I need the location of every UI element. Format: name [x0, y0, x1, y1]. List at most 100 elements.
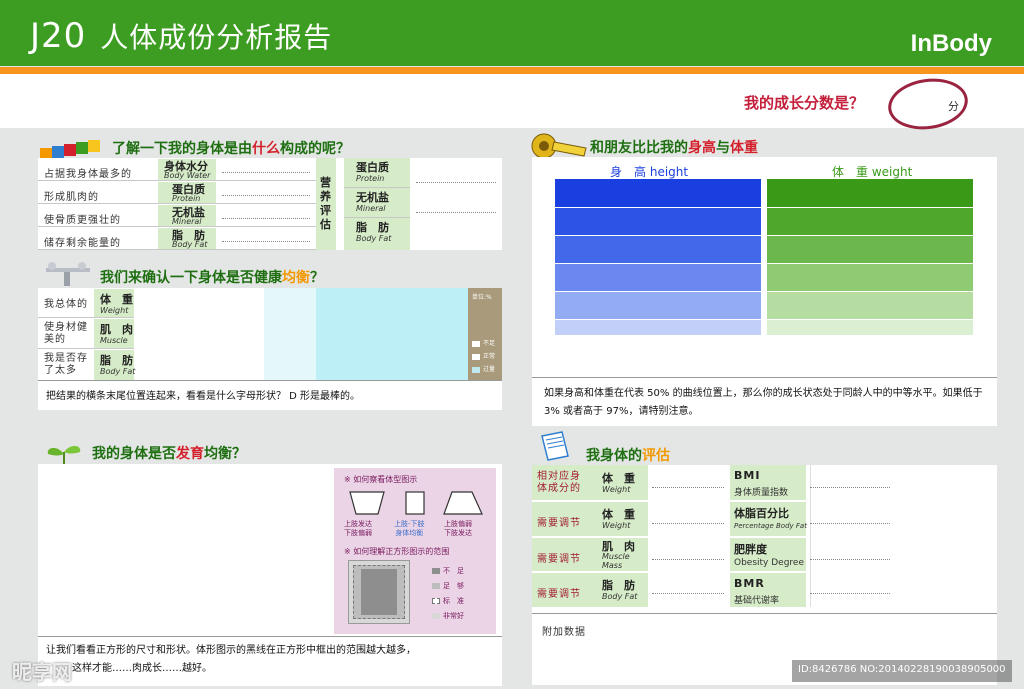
accent-stripe — [0, 67, 1024, 74]
development-panel: ※ 如何察看体型图示 上肢发达 下肢偏弱 上肢-下肢 身体均衡 上肢偏弱 下肢发达 ※… — [38, 464, 502, 686]
evaluation-row: 需要调节 体 重 Weight — [532, 502, 648, 537]
row-desc: 我总体的 — [44, 299, 88, 310]
composition-heading: 了解一下我的身体是由什么构成的呢？ — [112, 138, 350, 158]
row-label-cn: 体 重 — [100, 293, 133, 306]
square-legend-item: 非常好 — [432, 609, 464, 624]
value-line — [222, 218, 310, 219]
growth-panel: 身 高 height 体 重 weight 如果身高和体重在代表 50% 的曲线… — [532, 157, 997, 426]
composition-row: 占据我身体最多的 身体水分 Body Water — [38, 158, 316, 181]
row-label-en: Body Fat — [602, 592, 638, 601]
label-cell: 肌 肉 Muscle — [94, 319, 134, 348]
nutrition-label-cn: 蛋白质 — [356, 161, 389, 174]
row-desc: 储存剩余能量的 — [44, 238, 121, 249]
nutrition-label-cell: 营养评估 — [316, 158, 336, 250]
weight-header: 体 重 weight — [832, 163, 912, 180]
evaluation-heading: 我身体的评估 — [586, 445, 670, 465]
evaluation-metric: BMI 身体质量指数 — [730, 465, 806, 501]
brand-logo: InBody — [910, 30, 992, 57]
row-label-en: Protein — [172, 194, 201, 203]
shape-line2: 身体均衡 — [395, 529, 424, 537]
row-label-cn: 体 重 — [602, 472, 635, 485]
weight-bar — [767, 291, 973, 319]
label-cell: 脂 肪 Body Fat — [94, 350, 135, 380]
composition-row: 形成肌肉的 蛋白质 Protein — [38, 181, 316, 204]
evaluation-metric: 肥胖度 Obesity Degree — [730, 538, 806, 572]
row-label-cn: 肌 肉 — [100, 323, 133, 336]
balance-note: 把结果的横条末尾位置连起来，看看是什么字母形状？ D 形是最棒的。 — [46, 391, 361, 402]
report-title: J20 人体成份分析报告 — [30, 16, 332, 56]
evaluation-row: 需要调节 脂 肪 Body Fat — [532, 573, 648, 607]
weight-bar — [767, 319, 973, 335]
zone-light — [264, 288, 316, 380]
metric-sub: Percentage Body Fat — [734, 522, 807, 530]
square-core — [361, 569, 397, 615]
nutrition-row: 脂 肪 Body Fat — [344, 218, 410, 250]
height-header: 身 高 height — [610, 163, 688, 180]
balance-heading-pre: 我们来确认一下身体是否健康 — [100, 270, 282, 286]
row-desc: 占据我身体最多的 — [44, 169, 132, 180]
composition-row: 使骨质更强壮的 无机盐 Mineral — [38, 204, 316, 227]
value-line — [416, 182, 496, 183]
row-desc: 使身材健美的 — [44, 322, 88, 345]
extra-data-label: 附加数据 — [542, 627, 586, 638]
row-label-en: Body Water — [164, 171, 211, 180]
value-line — [416, 212, 496, 213]
weight-bar — [767, 179, 973, 207]
development-heading-highlight: 发育 — [176, 446, 204, 462]
nutrition-row: 蛋白质 Protein — [344, 158, 410, 188]
row-label-cn: 脂 肪 — [602, 579, 635, 592]
nutrition-label-en: Protein — [356, 174, 385, 183]
balance-heading-post: ？ — [310, 270, 324, 286]
square-legend-item: 不 足 — [432, 564, 464, 579]
row-label-en: Weight — [602, 485, 631, 494]
balance-heading: 我们来确认一下身体是否健康均衡？ — [100, 267, 324, 287]
height-bar — [555, 291, 761, 319]
balance-row: 使身材健美的 肌 肉 Muscle — [38, 318, 134, 349]
development-heading-pre: 我的身体是否 — [92, 446, 176, 462]
watermark-right: ID:8426786 NO:20140228190038905000 — [792, 660, 1012, 682]
row-desc: 相对应身体成分的 — [537, 471, 581, 494]
composition-row: 储存剩余能量的 脂 肪 Body Fat — [38, 227, 316, 250]
row-label-en: Mineral — [172, 217, 202, 226]
evaluation-metric: BMR 基础代谢率 — [730, 573, 806, 607]
metric-title: 体脂百分比 — [734, 507, 789, 520]
height-bar — [555, 235, 761, 263]
shape-line1: 上肢发达 — [344, 520, 372, 528]
height-bar — [555, 263, 761, 291]
metric-sub: Obesity Degree — [734, 558, 804, 568]
evaluation-heading-pre: 我身体的 — [586, 448, 642, 464]
nutrition-label-cn: 脂 肪 — [356, 221, 389, 234]
height-bars — [555, 179, 761, 335]
row-desc: 需要调节 — [537, 518, 581, 529]
development-note-2: 这样才能……肉成长……越好。 — [72, 663, 212, 674]
row-desc: 需要调节 — [537, 554, 581, 565]
title-text: 人体成份分析报告 — [100, 21, 333, 54]
weight-bar — [767, 207, 973, 235]
metric-title: 肥胖度 — [734, 543, 767, 556]
weight-bars — [767, 179, 973, 335]
square-legend-label: 标 准 — [443, 597, 464, 605]
weight-bar — [767, 235, 973, 263]
composition-heading-pre: 了解一下我的身体是由 — [112, 141, 252, 157]
row-label-en: Weight — [602, 521, 631, 530]
label-cell: 无机盐 Mineral — [158, 205, 216, 226]
row-label-en: Muscle — [100, 336, 128, 345]
square-legend-item: 标 准 — [432, 594, 464, 609]
height-bar — [555, 319, 761, 335]
value-line — [810, 487, 890, 488]
weight-label-cn: 体 重 — [832, 165, 869, 179]
balance-row: 我总体的 体 重 Weight — [38, 288, 134, 318]
label-cell: 蛋白质 Protein — [158, 182, 216, 203]
divider — [38, 380, 502, 381]
score-band — [0, 74, 1024, 128]
title-code: J20 — [30, 16, 87, 56]
value-line — [810, 593, 890, 594]
unit-label: 单位:% — [472, 294, 492, 301]
growth-heading-pre: 和朋友比比我的 — [590, 140, 688, 156]
balance-chart: 单位:% 不足 正常 过量 我总体的 体 重 Weight 使身材健美的 肌 肉… — [38, 288, 502, 410]
evaluation-row: 需要调节 肌 肉 Muscle Mass — [532, 538, 648, 572]
shape-line2: 下肢偏弱 — [344, 529, 372, 537]
row-desc: 使骨质更强壮的 — [44, 215, 121, 226]
height-label-en: height — [649, 165, 689, 179]
notepad-icon — [538, 430, 574, 468]
